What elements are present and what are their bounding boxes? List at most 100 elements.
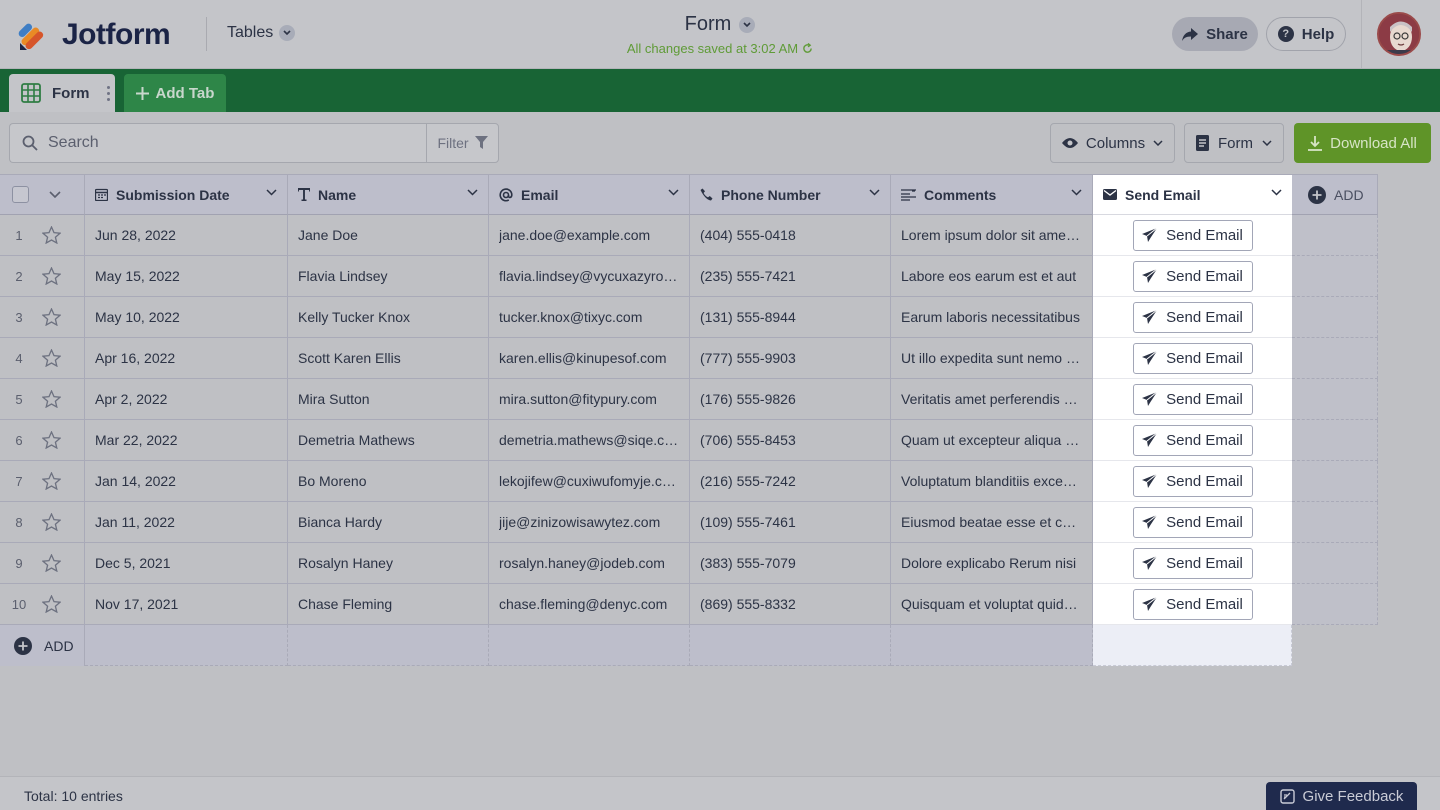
view-button[interactable]: Form (1184, 123, 1284, 163)
chevron-down-icon[interactable] (49, 191, 61, 198)
table-cell-date[interactable]: Mar 22, 2022 (85, 420, 288, 461)
tables-dropdown[interactable]: Tables (227, 24, 296, 42)
empty-new-row-cell[interactable] (85, 625, 288, 666)
table-cell-phone[interactable]: (109) 555-7461 (690, 502, 891, 543)
table-cell-name[interactable]: Chase Fleming (288, 584, 489, 625)
star-icon[interactable] (42, 431, 61, 449)
table-cell-name[interactable]: Bianca Hardy (288, 502, 489, 543)
table-cell-date[interactable]: Apr 16, 2022 (85, 338, 288, 379)
columns-button[interactable]: Columns (1050, 123, 1175, 163)
table-cell-date[interactable]: May 10, 2022 (85, 297, 288, 338)
table-cell-comments[interactable]: Earum laboris necessitatibus (891, 297, 1093, 338)
star-icon[interactable] (42, 308, 61, 326)
table-cell-phone[interactable]: (131) 555-8944 (690, 297, 891, 338)
avatar[interactable] (1377, 12, 1421, 56)
empty-new-row-cell[interactable] (288, 625, 489, 666)
table-cell-phone[interactable]: (216) 555-7242 (690, 461, 891, 502)
table-cell-email[interactable]: demetria.mathews@siqe.com (489, 420, 690, 461)
add-row-button[interactable]: ADD (0, 625, 85, 666)
send-email-button[interactable]: Send Email (1132, 465, 1253, 497)
table-cell-phone[interactable]: (404) 555-0418 (690, 215, 891, 256)
empty-new-row-cell[interactable] (891, 625, 1093, 666)
table-cell-name[interactable]: Kelly Tucker Knox (288, 297, 489, 338)
table-cell-email[interactable]: jane.doe@example.com (489, 215, 690, 256)
table-cell-phone[interactable]: (706) 555-8453 (690, 420, 891, 461)
column-header-send-email[interactable]: Send Email (1093, 174, 1292, 215)
send-email-button[interactable]: Send Email (1132, 506, 1253, 538)
table-cell-date[interactable]: Apr 2, 2022 (85, 379, 288, 420)
table-cell-name[interactable]: Rosalyn Haney (288, 543, 489, 584)
star-icon[interactable] (42, 349, 61, 367)
column-header-name[interactable]: Name (288, 174, 489, 215)
table-cell-email[interactable]: jije@zinizowisawytez.com (489, 502, 690, 543)
table-cell-name[interactable]: Flavia Lindsey (288, 256, 489, 297)
empty-new-row-cell[interactable] (489, 625, 690, 666)
table-cell-date[interactable]: Dec 5, 2021 (85, 543, 288, 584)
star-icon[interactable] (42, 595, 61, 613)
send-email-button[interactable]: Send Email (1132, 260, 1253, 292)
more-vertical-icon[interactable] (106, 85, 110, 101)
table-cell-date[interactable]: Jun 28, 2022 (85, 215, 288, 256)
give-feedback-button[interactable]: Give Feedback (1266, 782, 1417, 810)
column-header-email[interactable]: Email (489, 174, 690, 215)
star-icon[interactable] (42, 390, 61, 408)
help-button[interactable]: ? Help (1266, 17, 1346, 51)
table-cell-comments[interactable]: Voluptatum blanditiis excepturi (891, 461, 1093, 502)
tab-form[interactable]: Form (9, 74, 115, 112)
send-email-button[interactable]: Send Email (1132, 424, 1253, 456)
table-cell-name[interactable]: Scott Karen Ellis (288, 338, 489, 379)
search-input[interactable] (48, 134, 408, 152)
share-button[interactable]: Share (1172, 17, 1258, 51)
table-cell-name[interactable]: Demetria Mathews (288, 420, 489, 461)
table-cell-phone[interactable]: (176) 555-9826 (690, 379, 891, 420)
table-cell-comments[interactable]: Quisquam et voluptat quidem (891, 584, 1093, 625)
star-icon[interactable] (42, 226, 61, 244)
column-header-phone-number[interactable]: Phone Number (690, 174, 891, 215)
table-cell-phone[interactable]: (869) 555-8332 (690, 584, 891, 625)
table-cell-comments[interactable]: Quam ut excepteur aliqua est (891, 420, 1093, 461)
table-title-dropdown[interactable]: Form (685, 13, 756, 36)
select-all-checkbox[interactable] (12, 186, 29, 203)
table-cell-date[interactable]: Nov 17, 2021 (85, 584, 288, 625)
table-cell-email[interactable]: karen.ellis@kinupesof.com (489, 338, 690, 379)
table-cell-email[interactable]: lekojifew@cuxiwufomyje.com (489, 461, 690, 502)
table-cell-name[interactable]: Bo Moreno (288, 461, 489, 502)
filter-button[interactable]: Filter (426, 123, 499, 163)
table-cell-date[interactable]: May 15, 2022 (85, 256, 288, 297)
table-cell-comments[interactable]: Eiusmod beatae esse et consequat (891, 502, 1093, 543)
table-cell-phone[interactable]: (383) 555-7079 (690, 543, 891, 584)
table-cell-name[interactable]: Jane Doe (288, 215, 489, 256)
table-cell-date[interactable]: Jan 14, 2022 (85, 461, 288, 502)
column-header-submission-date[interactable]: Submission Date (85, 174, 288, 215)
download-all-button[interactable]: Download All (1294, 123, 1431, 163)
send-email-button[interactable]: Send Email (1132, 342, 1253, 374)
star-icon[interactable] (42, 554, 61, 572)
star-icon[interactable] (42, 513, 61, 531)
table-cell-email[interactable]: mira.sutton@fitypury.com (489, 379, 690, 420)
send-email-button[interactable]: Send Email (1132, 547, 1253, 579)
send-email-button[interactable]: Send Email (1132, 588, 1253, 620)
table-cell-email[interactable]: flavia.lindsey@vycuxazyrow.com (489, 256, 690, 297)
table-cell-email[interactable]: rosalyn.haney@jodeb.com (489, 543, 690, 584)
star-icon[interactable] (42, 472, 61, 490)
add-tab-button[interactable]: Add Tab (124, 74, 226, 112)
table-cell-comments[interactable]: Lorem ipsum dolor sit amet, consectetur (891, 215, 1093, 256)
table-cell-email[interactable]: chase.fleming@denyc.com (489, 584, 690, 625)
table-cell-comments[interactable]: Ut illo expedita sunt nemo quia (891, 338, 1093, 379)
table-cell-comments[interactable]: Veritatis amet perferendis est (891, 379, 1093, 420)
table-cell-email[interactable]: tucker.knox@tixyc.com (489, 297, 690, 338)
table-cell-comments[interactable]: Labore eos earum est et aut (891, 256, 1093, 297)
star-icon[interactable] (42, 267, 61, 285)
send-email-button[interactable]: Send Email (1132, 301, 1253, 333)
jotform-logo[interactable]: Jotform (17, 18, 171, 52)
send-email-button[interactable]: Send Email (1132, 383, 1253, 415)
table-cell-name[interactable]: Mira Sutton (288, 379, 489, 420)
table-cell-comments[interactable]: Dolore explicabo Rerum nisi (891, 543, 1093, 584)
add-column-button[interactable]: ADD (1292, 174, 1378, 215)
table-cell-phone[interactable]: (777) 555-9903 (690, 338, 891, 379)
table-cell-phone[interactable]: (235) 555-7421 (690, 256, 891, 297)
send-email-button[interactable]: Send Email (1132, 219, 1253, 251)
table-cell-date[interactable]: Jan 11, 2022 (85, 502, 288, 543)
column-header-comments[interactable]: Comments (891, 174, 1093, 215)
empty-new-row-cell[interactable] (690, 625, 891, 666)
